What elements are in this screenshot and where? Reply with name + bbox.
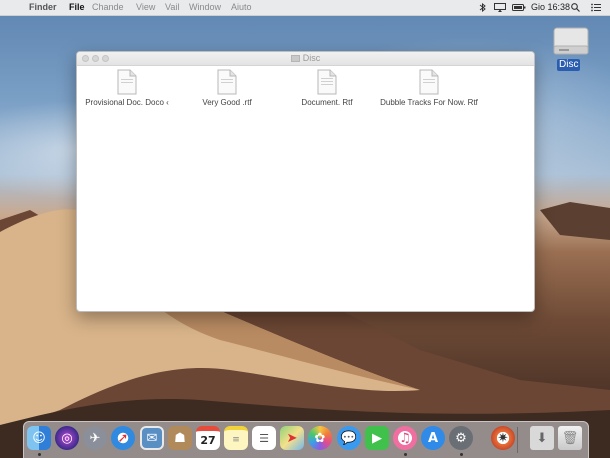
bluetooth-icon[interactable] bbox=[479, 3, 486, 12]
menu-help[interactable]: Aiuto bbox=[231, 0, 252, 15]
calendar-dock-icon[interactable]: 27 bbox=[196, 426, 220, 450]
window-title-text: Disc bbox=[302, 53, 321, 63]
facetime-dock-icon[interactable]: ▶ bbox=[365, 426, 389, 450]
running-indicator bbox=[460, 453, 463, 456]
safari-dock-icon[interactable]: ➚ bbox=[111, 426, 135, 450]
maps-dock-icon[interactable]: ➤ bbox=[280, 426, 304, 450]
mail-photo-dock-icon[interactable]: ✉ bbox=[140, 426, 164, 450]
running-indicator bbox=[404, 453, 407, 456]
spotlight-search-icon[interactable] bbox=[571, 3, 580, 12]
document-file-icon bbox=[217, 69, 237, 95]
window-title: Disc bbox=[77, 52, 534, 65]
file-name: Dubble Tracks For Now. Rtf bbox=[380, 98, 478, 107]
finder-window: Disc Provisional Doc. Doco ‹ Very Good .… bbox=[76, 51, 535, 312]
disk-icon bbox=[290, 55, 300, 63]
siri-dock-icon[interactable]: ◎ bbox=[55, 426, 79, 450]
window-titlebar[interactable]: Disc bbox=[77, 52, 534, 66]
menu-window[interactable]: Window bbox=[189, 0, 221, 15]
menu-view[interactable]: View bbox=[136, 0, 155, 15]
trash-dock-icon[interactable]: 🗑 bbox=[558, 426, 582, 450]
contacts-dock-icon[interactable]: ☗ bbox=[168, 426, 192, 450]
document-file-icon bbox=[419, 69, 439, 95]
photos-dock-icon[interactable]: ✿ bbox=[308, 426, 332, 450]
reminders-dock-icon[interactable]: ☰ bbox=[252, 426, 276, 450]
running-indicator bbox=[38, 453, 41, 456]
itunes-dock-icon[interactable]: ♫ bbox=[393, 426, 417, 450]
desktop-disc-label[interactable]: Disc bbox=[557, 59, 581, 71]
messages-dock-icon[interactable]: 💬 bbox=[337, 426, 361, 450]
menu-go[interactable]: Vail bbox=[165, 0, 179, 15]
system-preferences-dock-icon[interactable]: ⚙ bbox=[449, 426, 473, 450]
migration-assistant-dock-icon[interactable]: ✷ bbox=[491, 426, 515, 450]
launchpad-dock-icon[interactable]: ✈ bbox=[83, 426, 107, 450]
disc-drive-icon[interactable] bbox=[553, 18, 589, 58]
downloads-stack-dock-icon[interactable]: ⬇ bbox=[530, 426, 554, 450]
file-item[interactable]: Dubble Tracks For Now. Rtf bbox=[369, 69, 489, 107]
document-file-icon bbox=[317, 69, 337, 95]
battery-icon[interactable] bbox=[512, 3, 526, 12]
menu-edit[interactable]: Chande bbox=[92, 0, 124, 15]
finder-dock-icon[interactable]: ☺ bbox=[27, 426, 51, 450]
dock-separator bbox=[517, 427, 518, 453]
menu-file[interactable]: File bbox=[69, 0, 85, 15]
document-file-icon bbox=[117, 69, 137, 95]
menu-app-finder[interactable]: Finder bbox=[29, 0, 57, 15]
notification-center-icon[interactable] bbox=[591, 3, 601, 12]
menu-clock[interactable]: Gio 16:38 bbox=[531, 0, 570, 15]
app-store-dock-icon[interactable]: A bbox=[421, 426, 445, 450]
notes-dock-icon[interactable]: ≡ bbox=[224, 426, 248, 450]
menu-bar: Finder File Chande View Vail Window Aiut… bbox=[0, 0, 610, 16]
airplay-display-icon[interactable] bbox=[494, 3, 506, 12]
